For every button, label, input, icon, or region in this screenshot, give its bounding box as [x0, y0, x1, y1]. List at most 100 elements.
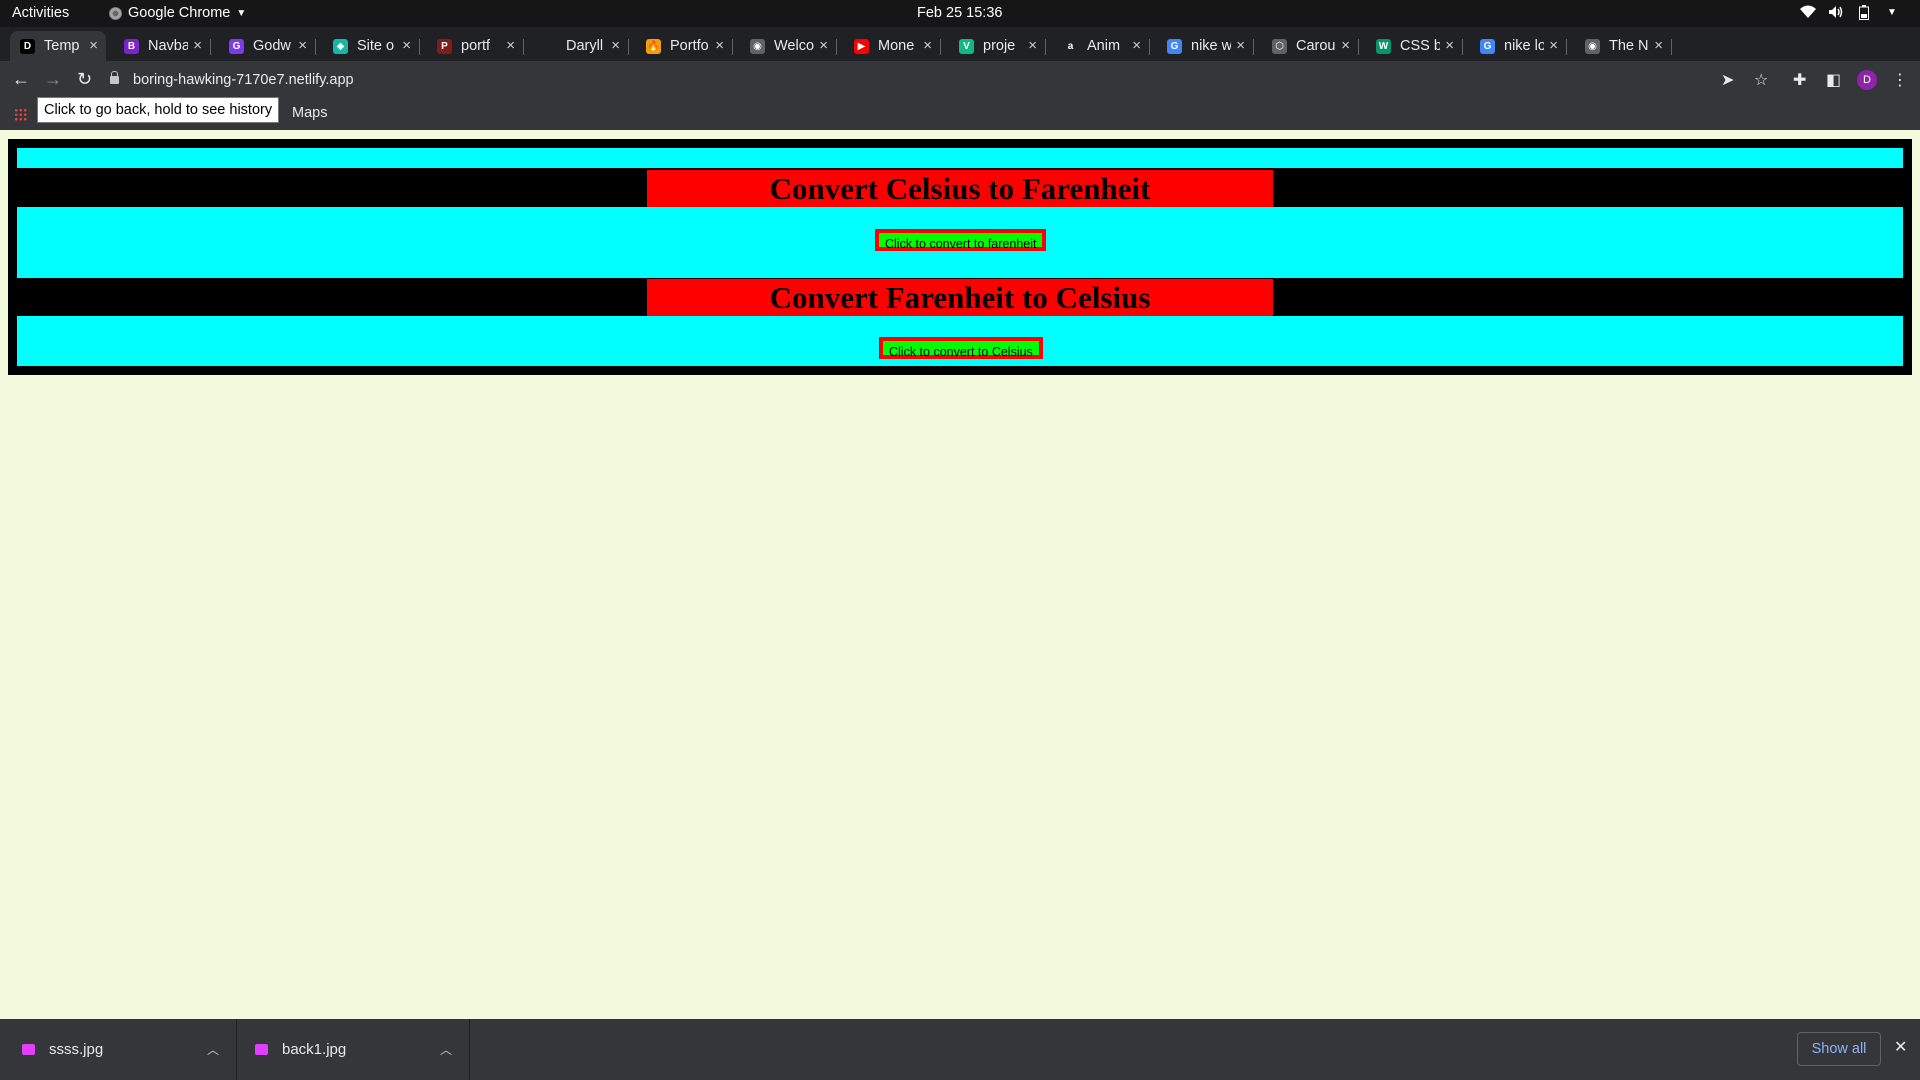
- tab-close-icon[interactable]: ×: [298, 37, 307, 54]
- tab-title: Carou: [1296, 38, 1336, 54]
- tab-separator: [1149, 39, 1150, 55]
- converter-container: Convert Celsius to Farenheit Click to co…: [8, 139, 1912, 375]
- tab-title: nike w: [1191, 38, 1231, 54]
- side-panel-icon[interactable]: ◧: [1826, 70, 1841, 90]
- browser-tab[interactable]: Pportf ×: [427, 31, 524, 61]
- caret-down-icon: ▼: [236, 7, 247, 19]
- apps-grid-icon[interactable]: [14, 108, 27, 121]
- reload-icon[interactable]: ↻: [77, 69, 92, 90]
- browser-tab[interactable]: ⬡ Carou ×: [1262, 31, 1359, 61]
- tab-favicon-icon: 🔥: [646, 38, 661, 54]
- browser-tab[interactable]: a Anim ×: [1053, 31, 1150, 61]
- browser-tab[interactable]: ◉ Welco ×: [740, 31, 837, 61]
- caret-down-icon: ▼: [1887, 6, 1897, 18]
- tab-favicon-icon: a: [1063, 38, 1078, 54]
- browser-tab[interactable]: Gnike lo ×: [1470, 31, 1567, 61]
- tab-close-icon[interactable]: ×: [1549, 37, 1558, 54]
- extensions-icon[interactable]: ✚: [1793, 70, 1806, 90]
- tab-favicon-icon: [542, 38, 557, 54]
- tab-separator: [836, 39, 837, 55]
- tab-separator: [419, 39, 420, 55]
- browser-tab[interactable]: ▶ Mone ×: [844, 31, 941, 61]
- tab-close-icon[interactable]: ×: [923, 37, 932, 54]
- tab-close-icon[interactable]: ×: [506, 37, 515, 54]
- clock[interactable]: Feb 25 15:36: [917, 5, 1002, 21]
- page-viewport: Convert Celsius to Farenheit Click to co…: [0, 130, 1920, 1020]
- tab-close-icon[interactable]: ×: [1028, 37, 1037, 54]
- address-bar[interactable]: boring-hawking-7170e7.netlify.app: [110, 66, 1670, 94]
- tab-separator: [1671, 39, 1672, 55]
- url-text: boring-hawking-7170e7.netlify.app: [133, 72, 354, 88]
- star-icon[interactable]: ☆: [1754, 70, 1768, 90]
- tab-title: Daryll: [566, 38, 604, 54]
- farenheit-to-celsius-heading: Convert Farenheit to Celsius: [647, 279, 1273, 316]
- bookmark-maps[interactable]: Maps: [292, 105, 327, 121]
- tab-close-icon[interactable]: ×: [1445, 37, 1454, 54]
- tab-close-icon[interactable]: ×: [1236, 37, 1245, 54]
- tab-favicon-icon: ⬡: [1272, 38, 1287, 54]
- back-icon[interactable]: ←: [12, 69, 30, 90]
- divider: [469, 1019, 470, 1080]
- activities-button[interactable]: Activities: [12, 5, 69, 21]
- app-menu[interactable]: Google Chrome ▼: [109, 5, 246, 21]
- tab-close-icon[interactable]: ×: [1132, 37, 1141, 54]
- tab-close-icon[interactable]: ×: [1654, 37, 1663, 54]
- convert-to-celsius-button[interactable]: Click to convert to Celsius: [879, 337, 1043, 359]
- tab-title: Welco: [774, 38, 814, 54]
- download-filename: ssss.jpg: [49, 1041, 104, 1058]
- tab-favicon-icon: ◉: [750, 38, 765, 54]
- browser-tab[interactable]: W CSS b ×: [1366, 31, 1463, 61]
- browser-tab[interactable]: ◆ Site o ×: [323, 31, 420, 61]
- chevron-up-icon[interactable]: ︿: [440, 1041, 452, 1058]
- browser-tab[interactable]: Daryll ×: [532, 31, 629, 61]
- tab-favicon-icon: B: [124, 38, 139, 54]
- image-file-icon: [22, 1044, 35, 1055]
- chevron-up-icon[interactable]: ︿: [207, 1041, 219, 1058]
- browser-tab[interactable]: B Navba ×: [114, 31, 211, 61]
- forward-icon[interactable]: →: [44, 69, 62, 90]
- tab-title: nike lo: [1504, 38, 1544, 54]
- tab-close-icon[interactable]: ×: [611, 37, 620, 54]
- tab-favicon-icon: D: [20, 38, 35, 54]
- tab-strip: D Temp × B Navba × G Godw × ◆ Site o × Pportf × Daryll…: [0, 27, 1920, 81]
- tab-title: Temp: [44, 38, 80, 54]
- tab-separator: [628, 39, 629, 55]
- show-all-downloads-button[interactable]: Show all: [1797, 1032, 1881, 1066]
- send-icon[interactable]: ➤: [1721, 70, 1734, 90]
- celsius-to-farenheit-heading: Convert Celsius to Farenheit: [647, 170, 1273, 207]
- tab-favicon-icon: W: [1376, 38, 1391, 54]
- tab-close-icon[interactable]: ×: [1341, 37, 1350, 54]
- download-item[interactable]: back1.jpg: [255, 1019, 346, 1080]
- tab-close-icon[interactable]: ×: [193, 37, 202, 54]
- tab-title: Site o: [357, 38, 395, 54]
- tab-favicon-icon: G: [229, 38, 244, 54]
- browser-tab[interactable]: Gnike w ×: [1157, 31, 1254, 61]
- tab-title: Anim: [1087, 38, 1121, 54]
- system-top-bar: Activities Google Chrome ▼ Feb 25 15:36 …: [0, 0, 1920, 27]
- profile-avatar[interactable]: D: [1857, 70, 1877, 90]
- tab-close-icon[interactable]: ×: [402, 37, 411, 54]
- tab-separator: [1462, 39, 1463, 55]
- download-item[interactable]: ssss.jpg: [22, 1019, 103, 1080]
- browser-toolbar: ← → ↻ boring-hawking-7170e7.netlify.app …: [0, 61, 1920, 99]
- tab-close-icon[interactable]: ×: [715, 37, 724, 54]
- system-tray[interactable]: ▼: [1800, 4, 1900, 20]
- tab-close-icon[interactable]: ×: [89, 37, 98, 54]
- browser-tab[interactable]: 🔥 Portfo ×: [636, 31, 733, 61]
- tab-close-icon[interactable]: ×: [819, 37, 828, 54]
- tab-title: portf: [461, 38, 491, 54]
- browser-tab[interactable]: G Godw ×: [219, 31, 316, 61]
- menu-icon[interactable]: ⋮: [1892, 70, 1908, 90]
- lock-icon[interactable]: [110, 71, 119, 84]
- top-cyan-strip: [17, 148, 1903, 168]
- tab-favicon-icon: ◉: [1585, 38, 1600, 54]
- divider: [236, 1019, 237, 1080]
- browser-tab[interactable]: ◉ The N ×: [1575, 31, 1672, 61]
- volume-icon: [1828, 4, 1844, 20]
- tab-title: Godw: [253, 38, 291, 54]
- celsius-panel: Click to convert to farenheit: [17, 207, 1903, 278]
- convert-to-farenheit-button[interactable]: Click to convert to farenheit: [875, 229, 1047, 251]
- browser-tab[interactable]: D Temp ×: [10, 31, 106, 61]
- close-shelf-icon[interactable]: ✕: [1894, 1037, 1907, 1057]
- browser-tab[interactable]: Vproje ×: [949, 31, 1046, 61]
